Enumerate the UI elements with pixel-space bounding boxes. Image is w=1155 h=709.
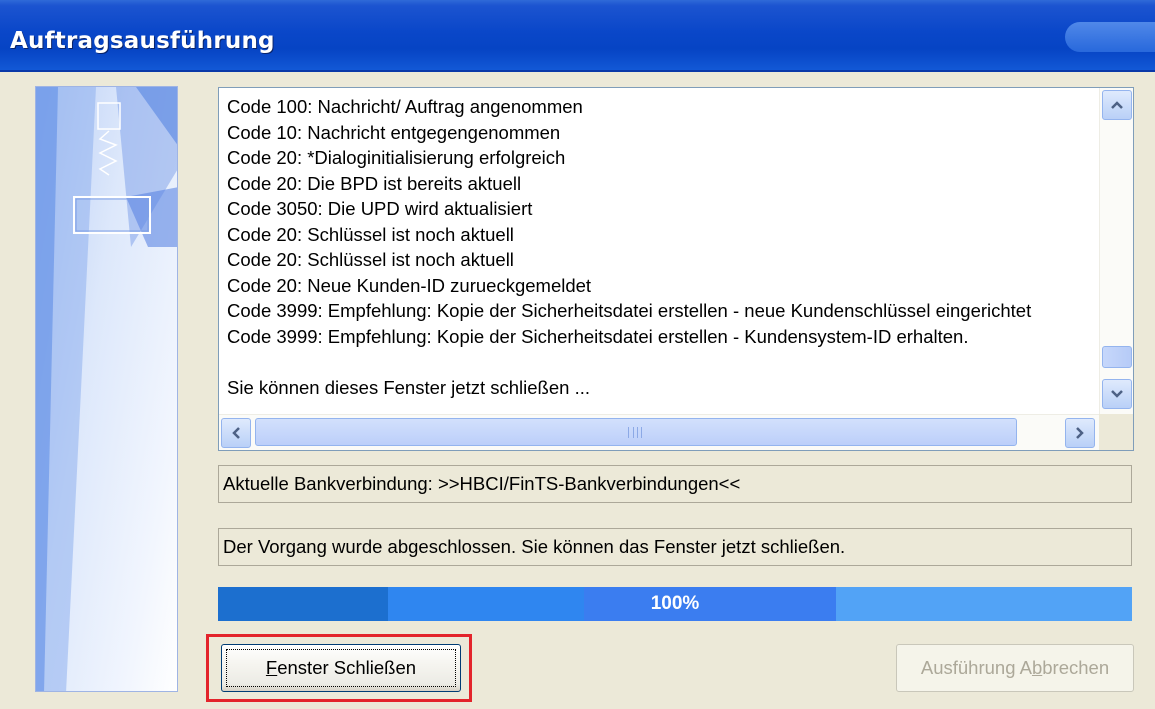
progress-bar: 100% <box>218 587 1132 621</box>
log-line: Code 3999: Empfehlung: Kopie der Sicherh… <box>227 325 969 347</box>
scroll-up-button[interactable] <box>1102 90 1132 120</box>
wizard-side-image <box>35 86 178 692</box>
chevron-down-icon <box>1111 390 1123 398</box>
close-window-button[interactable]: Fenster Schließen <box>221 644 461 692</box>
log-line: Code 20: Schlüssel ist noch aktuell <box>227 223 514 245</box>
log-line: Code 100: Nachricht/ Auftrag angenommen <box>227 96 583 117</box>
scroll-right-button[interactable] <box>1065 418 1095 448</box>
window-title: Auftragsausführung <box>10 28 275 54</box>
process-status-field: Der Vorgang wurde abgeschlossen. Sie kön… <box>218 528 1132 566</box>
connection-status-field: Aktuelle Bankverbindung: >>HBCI/FinTS-Ba… <box>218 465 1132 503</box>
title-bar-border <box>0 70 1155 72</box>
log-line: Code 10: Nachricht entgegengenommen <box>227 121 561 143</box>
title-bar[interactable]: Auftragsausführung <box>0 0 1155 70</box>
log-line: Code 3050: Die UPD wird aktualisiert <box>227 198 533 219</box>
vertical-scrollbar[interactable] <box>1099 88 1133 414</box>
wizard-graphic <box>36 87 177 691</box>
abort-execution-button-label: Ausführung Abbrechen <box>920 657 1110 678</box>
progress-label: 100% <box>650 593 700 614</box>
scroll-down-button[interactable] <box>1102 379 1132 409</box>
horizontal-scroll-thumb[interactable] <box>255 418 1017 446</box>
scroll-left-button[interactable] <box>221 418 251 448</box>
vertical-scroll-thumb[interactable] <box>1102 346 1132 368</box>
dialog-window: Auftragsausführung Code 100: Nachricht/ … <box>0 0 1155 709</box>
scroll-grip-icon <box>628 427 642 438</box>
log-line: Code 20: Schlüssel ist noch aktuell <box>227 249 514 270</box>
log-line: Code 20: Die BPD ist bereits aktuell <box>227 172 522 194</box>
scroll-corner <box>1099 414 1133 450</box>
chevron-left-icon <box>232 427 240 439</box>
abort-execution-button[interactable]: Ausführung Abbrechen <box>896 644 1134 692</box>
log-output[interactable]: Code 100: Nachricht/ Auftrag angenommen C… <box>218 87 1134 451</box>
log-line: Code 20: Neue Kunden-ID zurueckgemeldet <box>227 274 592 296</box>
log-line: Code 3999: Empfehlung: Kopie der Sicherh… <box>227 300 1032 321</box>
title-bar-decoration <box>1065 22 1155 52</box>
chevron-right-icon <box>1076 427 1084 439</box>
log-line: Sie können dieses Fenster jetzt schließe… <box>227 376 590 398</box>
log-line: Code 20: *Dialoginitialisierung erfolgre… <box>227 147 566 168</box>
close-window-button-label: Fenster Schließen <box>265 657 417 678</box>
horizontal-scrollbar[interactable] <box>219 414 1099 450</box>
log-lines: Code 100: Nachricht/ Auftrag angenommen C… <box>227 94 1099 410</box>
chevron-up-icon <box>1111 101 1123 109</box>
